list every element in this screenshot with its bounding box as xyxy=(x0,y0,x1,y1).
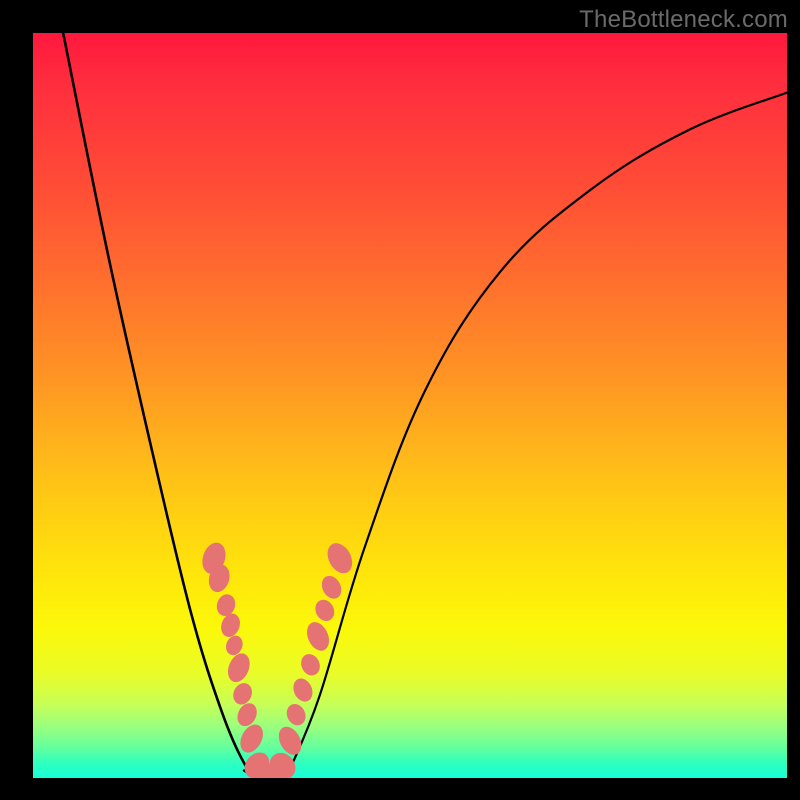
chart-svg xyxy=(33,33,787,778)
plot-area xyxy=(33,33,787,778)
curve-right-arm xyxy=(289,93,787,771)
bead-marker xyxy=(318,572,345,602)
watermark-text: TheBottleneck.com xyxy=(579,6,788,34)
bead-marker xyxy=(224,650,254,685)
bead-marker xyxy=(290,675,316,704)
bead-marker xyxy=(230,680,255,707)
bead-marker xyxy=(312,597,338,625)
bead-markers xyxy=(199,539,358,778)
bead-marker xyxy=(283,701,309,729)
bead-marker xyxy=(236,721,268,757)
bead-marker xyxy=(303,619,333,655)
bead-marker xyxy=(323,539,357,578)
bead-marker xyxy=(298,651,323,678)
chart-stage: TheBottleneck.com xyxy=(0,0,800,800)
